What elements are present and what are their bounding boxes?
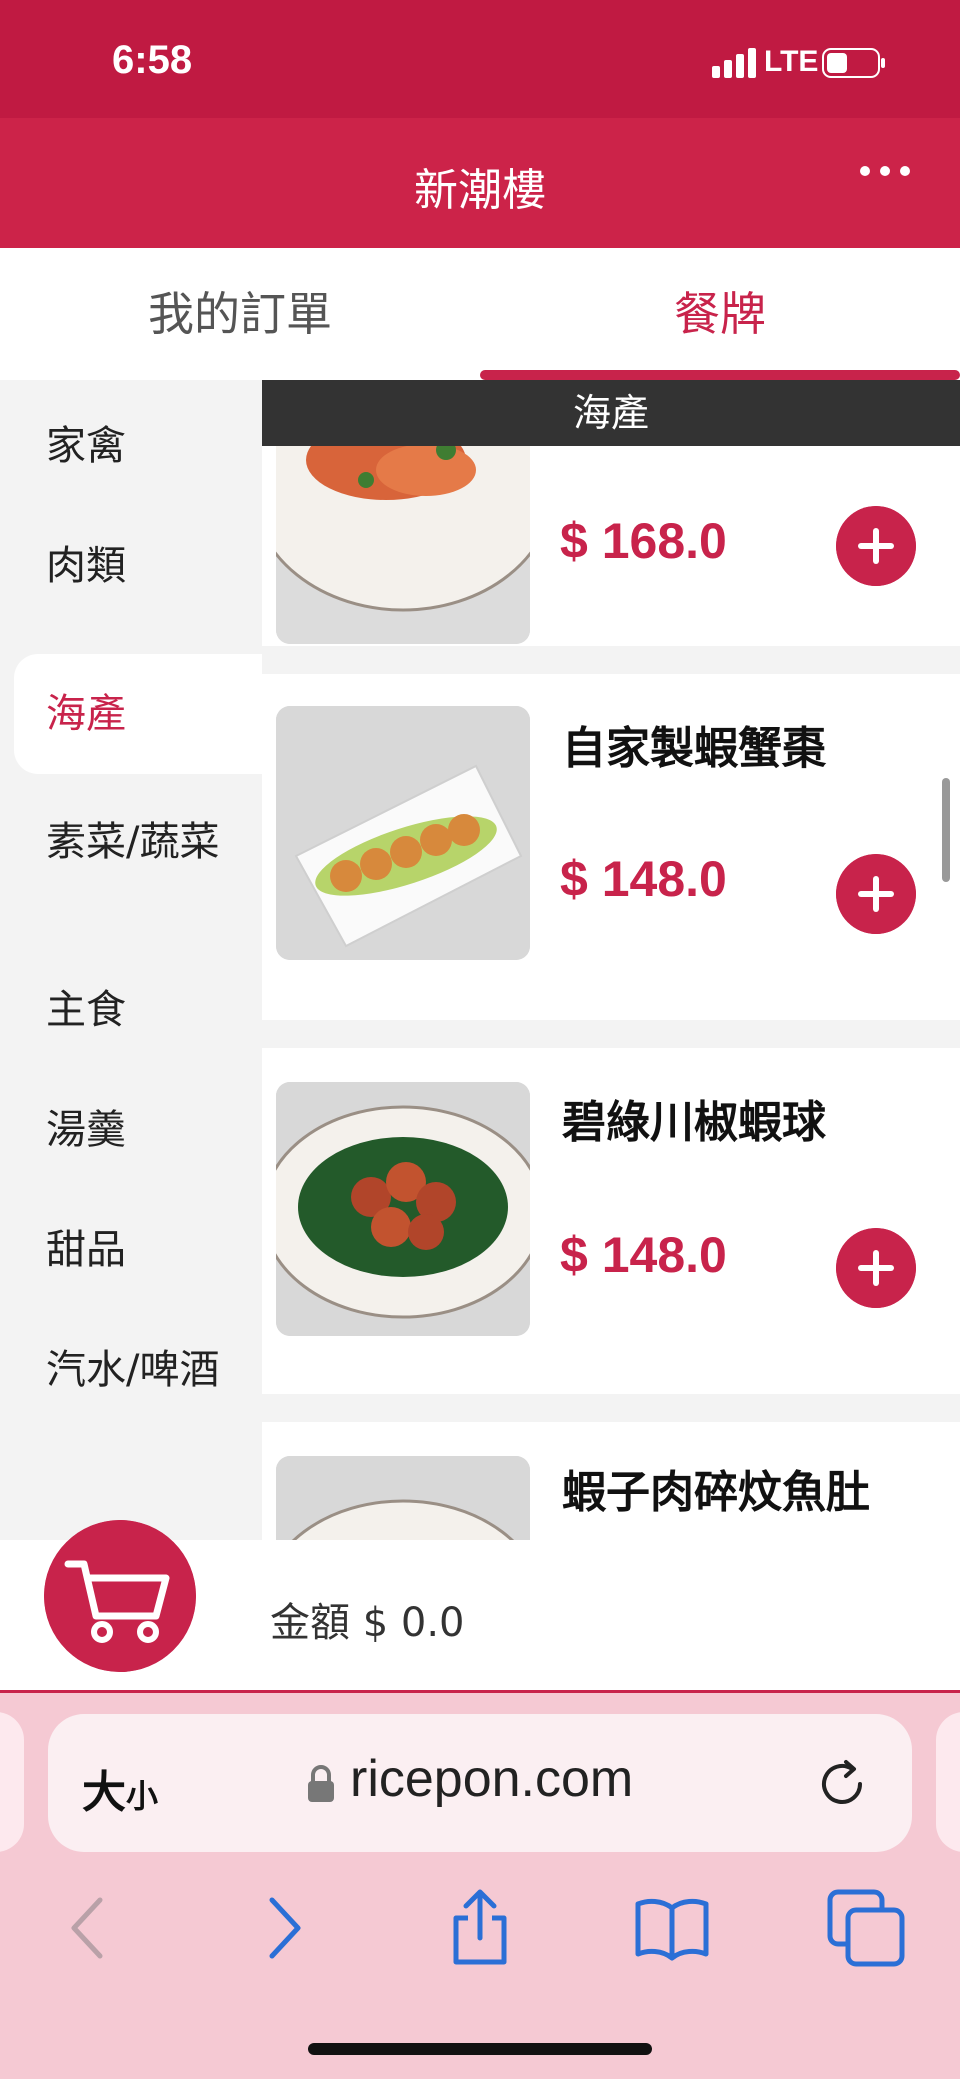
- plus-icon[interactable]: [836, 506, 916, 586]
- category-dessert[interactable]: 甜品: [0, 1190, 262, 1310]
- reload-icon[interactable]: [812, 1754, 872, 1814]
- app-header: 新潮樓: [0, 118, 960, 248]
- menu-item[interactable]: 自家製蝦蟹棗 $ 148.0: [262, 674, 960, 1020]
- text-size-button[interactable]: 大小: [82, 1756, 158, 1820]
- home-indicator: [308, 2043, 652, 2055]
- category-sidebar[interactable]: 家禽 肉類 海產 素菜/蔬菜 主食 湯羹 甜品 汽水/啤酒: [0, 380, 262, 1540]
- tab-bar: 我的訂單 餐牌: [0, 248, 960, 380]
- item-price: $ 148.0: [560, 1227, 727, 1283]
- item-name: 蝦子肉碎炆魚肚: [562, 1467, 870, 1518]
- cart-total: 金額 $ 0.0: [270, 1600, 465, 1646]
- section-header: 海產: [262, 380, 960, 446]
- text-size-small: 小: [126, 1777, 159, 1815]
- category-vegetables[interactable]: 素菜/蔬菜: [0, 800, 220, 940]
- dish-photo: [276, 446, 530, 644]
- dish-photo: [276, 1082, 530, 1336]
- item-price: $ 168.0: [560, 513, 727, 569]
- active-tab-indicator: [480, 370, 960, 380]
- network-label: LTE: [764, 45, 819, 78]
- dish-photo: [276, 706, 530, 960]
- bookmarks-icon[interactable]: [632, 1888, 712, 1968]
- item-name: 碧綠川椒蝦球: [562, 1097, 826, 1148]
- menu-list[interactable]: $ 168.0 自家製蝦蟹棗 $ 148.0 碧綠川椒蝦球 $ 148.0 蝦子…: [262, 446, 960, 1540]
- dish-photo: [276, 1456, 530, 1540]
- lock-icon: [308, 1765, 334, 1802]
- plus-icon[interactable]: [836, 854, 916, 934]
- tabs-icon[interactable]: [826, 1888, 906, 1968]
- menu-item[interactable]: 蝦子肉碎炆魚肚: [262, 1422, 960, 1540]
- menu-item[interactable]: $ 168.0: [262, 446, 960, 646]
- scrollbar[interactable]: [942, 778, 950, 882]
- more-icon[interactable]: [858, 156, 912, 186]
- adjacent-tab-left[interactable]: [0, 1712, 24, 1852]
- menu-item[interactable]: 碧綠川椒蝦球 $ 148.0: [262, 1048, 960, 1394]
- category-poultry[interactable]: 家禽: [0, 386, 262, 506]
- share-icon[interactable]: [440, 1888, 520, 1968]
- cart-icon[interactable]: [44, 1520, 196, 1672]
- forward-icon[interactable]: [246, 1888, 326, 1968]
- status-time: 6:58: [112, 38, 193, 82]
- category-meat[interactable]: 肉類: [0, 506, 262, 626]
- category-staple[interactable]: 主食: [0, 950, 262, 1070]
- tab-menu[interactable]: 餐牌: [480, 248, 960, 380]
- category-drinks[interactable]: 汽水/啤酒: [0, 1340, 220, 1480]
- adjacent-tab-right[interactable]: [936, 1712, 960, 1852]
- signal-icon: [712, 48, 756, 78]
- back-icon[interactable]: [46, 1888, 126, 1968]
- text-size-large: 大: [82, 1767, 126, 1818]
- item-name: 自家製蝦蟹棗: [562, 723, 826, 774]
- item-price: $ 148.0: [560, 851, 727, 907]
- plus-icon[interactable]: [836, 1228, 916, 1308]
- category-soup[interactable]: 湯羹: [0, 1070, 262, 1190]
- category-seafood[interactable]: 海產: [14, 654, 262, 774]
- battery-icon: [822, 48, 885, 78]
- url-text[interactable]: ricepon.com: [350, 1749, 633, 1809]
- tab-my-orders[interactable]: 我的訂單: [0, 248, 480, 380]
- restaurant-title: 新潮樓: [414, 165, 546, 216]
